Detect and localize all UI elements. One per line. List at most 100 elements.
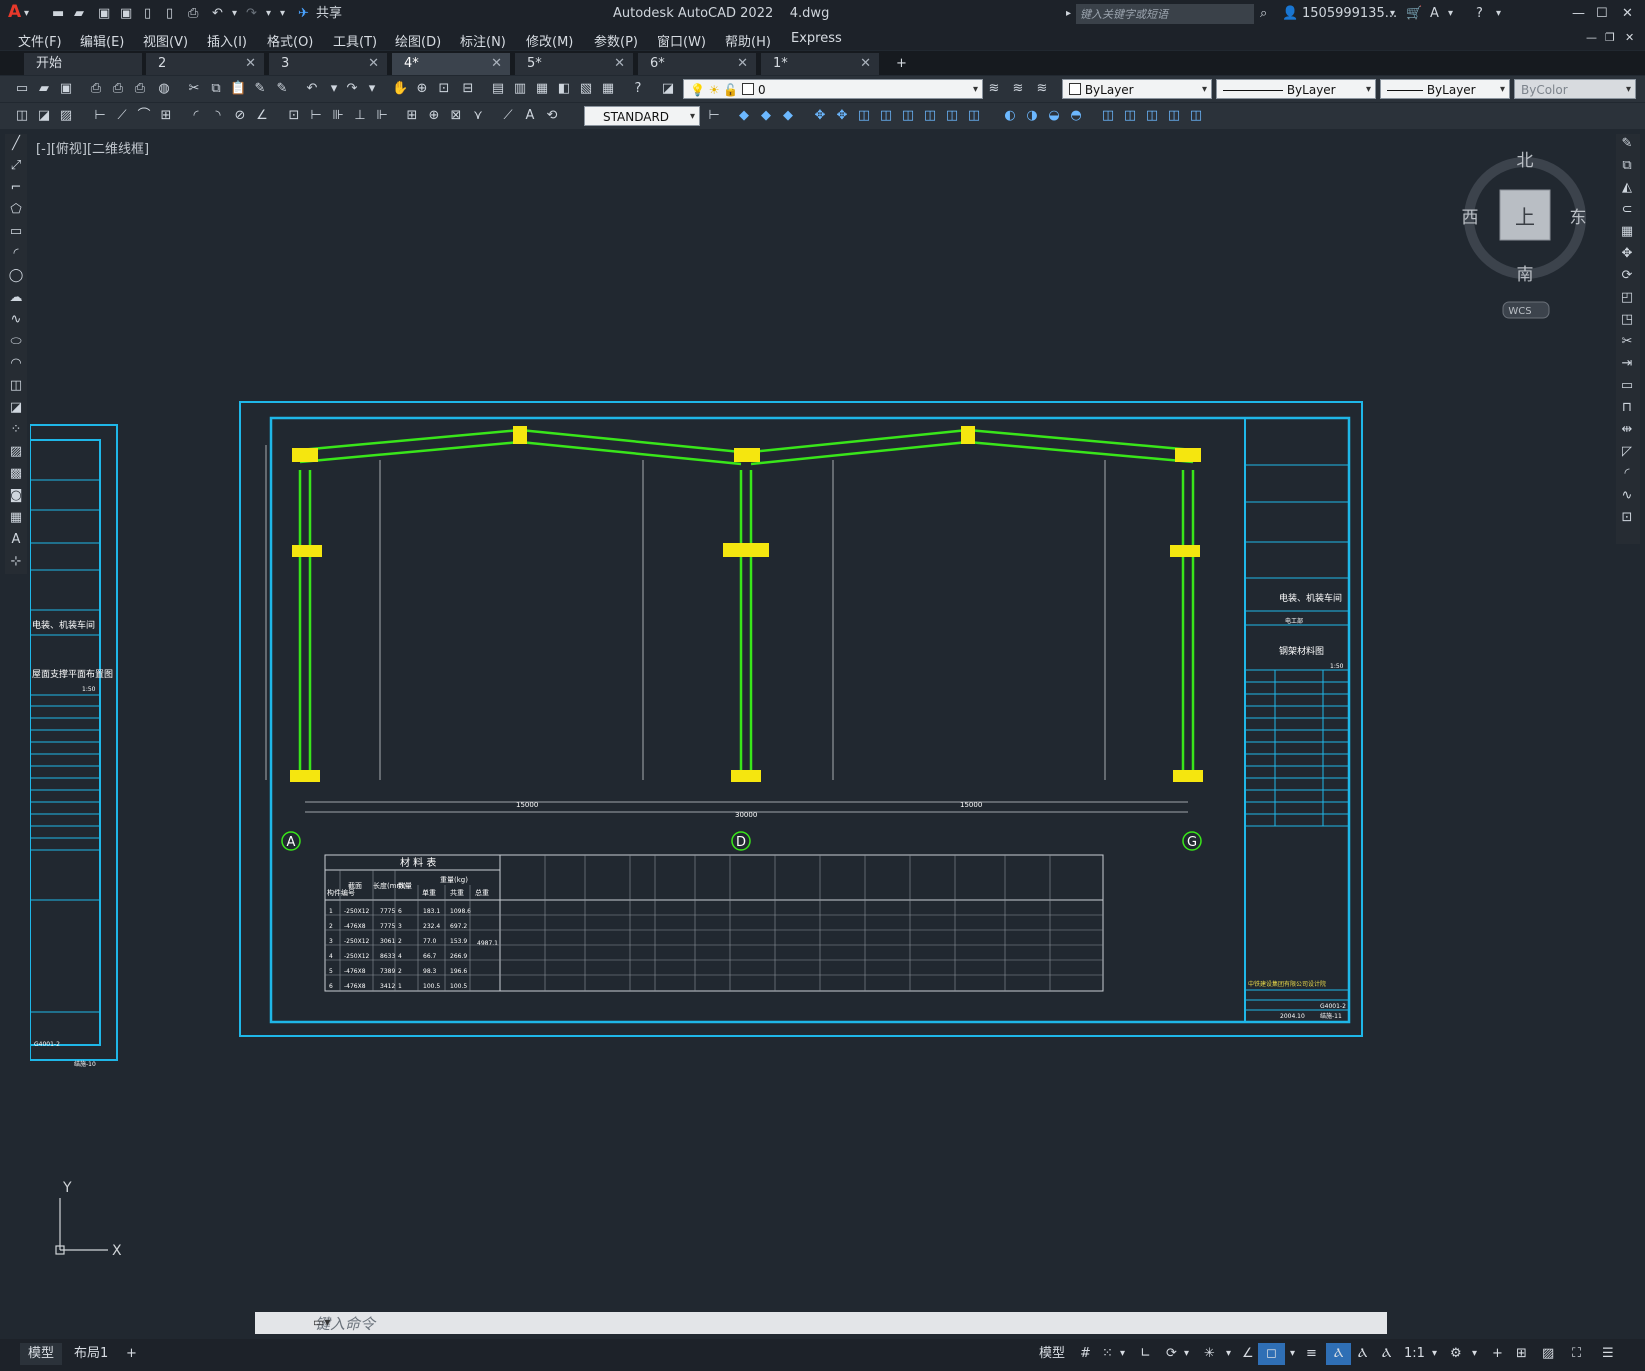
3d-align-icon[interactable]: ◫: [856, 108, 872, 124]
layer-states-icon[interactable]: ≋: [1034, 81, 1050, 97]
linear-dimension-icon[interactable]: ⊢: [92, 108, 108, 124]
open-from-web-icon[interactable]: ▯: [144, 5, 151, 23]
menu-modify[interactable]: 修改(M): [526, 31, 573, 50]
spline-icon[interactable]: ∿: [8, 312, 24, 330]
revcloud-icon[interactable]: ☁: [8, 290, 24, 308]
menu-insert[interactable]: 插入(I): [207, 31, 247, 50]
auto-scale-icon[interactable]: Ⲁ: [1350, 1343, 1375, 1365]
close-tab-icon[interactable]: ✕: [737, 53, 748, 75]
chamfer-icon[interactable]: ◸: [1619, 444, 1635, 462]
open-file-icon[interactable]: ▰: [74, 5, 84, 23]
dimension-style-icon[interactable]: ⊢: [706, 108, 722, 124]
tab-5[interactable]: 5* ✕: [515, 53, 633, 75]
save-as-icon[interactable]: ▣: [120, 5, 132, 23]
3d-chamfer-icon[interactable]: ◫: [966, 108, 982, 124]
3d-cone-icon[interactable]: ◆: [780, 108, 796, 124]
snap-dropdown-icon[interactable]: ▾: [1112, 1343, 1133, 1365]
dimension-break-icon[interactable]: ⊩: [374, 108, 390, 124]
line-icon[interactable]: ╱: [8, 136, 24, 154]
user-name[interactable]: 1505999135...: [1302, 5, 1397, 23]
menu-help[interactable]: 帮助(H): [725, 31, 771, 50]
extend-icon[interactable]: ⇥: [1619, 356, 1635, 374]
ellipse-icon[interactable]: ⬭: [8, 334, 24, 352]
ellipse-arc-icon[interactable]: ◠: [8, 356, 24, 374]
app-menu-chevron-icon[interactable]: ▾: [24, 5, 29, 23]
help-icon[interactable]: ?: [630, 81, 646, 97]
hatch-icon[interactable]: ▨: [8, 444, 24, 462]
doc-close-icon[interactable]: ✕: [1625, 31, 1634, 44]
array-icon[interactable]: ▦: [1619, 224, 1635, 242]
3d-mirror-icon[interactable]: ◫: [878, 108, 894, 124]
polar-dropdown-icon[interactable]: ▾: [1176, 1343, 1197, 1365]
undo-dropdown-icon[interactable]: ▾: [326, 81, 342, 97]
autodesk-app-icon[interactable]: A: [1430, 5, 1439, 23]
autocad-logo-icon[interactable]: A: [8, 3, 21, 21]
tool-palettes-icon[interactable]: ▦: [534, 81, 550, 97]
menu-draw[interactable]: 绘图(D): [395, 31, 441, 50]
revolve-icon[interactable]: ◫: [1144, 108, 1160, 124]
move-icon[interactable]: ✥: [1619, 246, 1635, 264]
region-icon[interactable]: ◙: [8, 488, 24, 506]
3d-wedge-icon[interactable]: ◆: [758, 108, 774, 124]
tolerance-icon[interactable]: ⊞: [404, 108, 420, 124]
lineweight-icon[interactable]: ≡: [1298, 1343, 1325, 1365]
explode-icon[interactable]: ⊡: [1619, 510, 1635, 528]
zoom-realtime-icon[interactable]: ⊕: [414, 81, 430, 97]
ortho-icon[interactable]: ∟: [1132, 1343, 1159, 1365]
loft-icon[interactable]: ◫: [1166, 108, 1182, 124]
close-tab-icon[interactable]: ✕: [245, 53, 256, 75]
dimension-space-icon[interactable]: ⊥: [352, 108, 368, 124]
clean-screen-icon[interactable]: ⛶: [1564, 1343, 1589, 1365]
3d-fillet-icon[interactable]: ◫: [944, 108, 960, 124]
annotation-visibility-icon[interactable]: Ⲁ: [1326, 1343, 1352, 1365]
close-tab-icon[interactable]: ✕: [860, 53, 871, 75]
blend-curves-icon[interactable]: ∿: [1619, 488, 1635, 506]
make-current-layer-icon[interactable]: ≋: [986, 81, 1002, 97]
dimension-text-edit-icon[interactable]: A: [522, 108, 538, 124]
search-expand-icon[interactable]: ▸: [1066, 5, 1071, 23]
ordinate-dimension-icon[interactable]: ⊞: [158, 108, 174, 124]
circle-icon[interactable]: ◯: [8, 268, 24, 286]
properties-icon[interactable]: ▤: [490, 81, 506, 97]
help-icon[interactable]: ?: [1476, 5, 1483, 23]
radius-dimension-icon[interactable]: ◜: [188, 108, 204, 124]
quickcalc-icon[interactable]: ▦: [600, 81, 616, 97]
join-icon[interactable]: ⇹: [1619, 422, 1635, 440]
3d-rotate-icon[interactable]: ✥: [834, 108, 850, 124]
lineweight-dropdown[interactable]: ByLayer ▾: [1380, 79, 1510, 99]
doc-restore-icon[interactable]: ❐: [1605, 31, 1615, 44]
aligned-dimension-icon[interactable]: ⟋: [114, 108, 130, 124]
make-block-icon[interactable]: ◪: [36, 108, 52, 124]
tab-start[interactable]: 开始: [24, 53, 142, 75]
slice-icon[interactable]: ◓: [1068, 108, 1084, 124]
cart-icon[interactable]: 🛒: [1406, 5, 1422, 23]
union-icon[interactable]: ◐: [1002, 108, 1018, 124]
menu-window[interactable]: 窗口(W): [657, 31, 706, 50]
tab-layout1[interactable]: 布局1: [66, 1343, 116, 1365]
recent-commands-icon[interactable]: ▭▾: [313, 1315, 330, 1329]
plot-icon[interactable]: ⎙: [188, 5, 198, 23]
paste-icon[interactable]: 📋: [230, 81, 246, 97]
new-file-icon[interactable]: ▬: [52, 5, 64, 23]
user-icon[interactable]: 👤: [1282, 5, 1298, 23]
command-line[interactable]: 键入命令: [255, 1312, 1387, 1334]
model-space-button[interactable]: 模型: [1031, 1343, 1073, 1365]
layer-dropdown[interactable]: 💡 ☀ 🔓 0 ▾: [683, 79, 983, 99]
block-editor-icon[interactable]: ✎: [274, 81, 290, 97]
units-icon[interactable]: ⊞: [1508, 1343, 1535, 1365]
tab-6[interactable]: 6* ✕: [638, 53, 756, 75]
gradient-icon[interactable]: ▩: [8, 466, 24, 484]
break-icon[interactable]: ⊓: [1619, 400, 1635, 418]
fillet-icon[interactable]: ◜: [1619, 466, 1635, 484]
menu-view[interactable]: 视图(V): [143, 31, 188, 50]
insert-block-icon[interactable]: ◫: [14, 108, 30, 124]
help-dropdown-icon[interactable]: ▾: [1496, 5, 1501, 23]
tab-model-layout[interactable]: 模型: [20, 1343, 63, 1365]
compass-west[interactable]: 西: [1462, 208, 1479, 228]
share-icon[interactable]: ✈: [298, 5, 309, 23]
new-tab-button[interactable]: +: [884, 53, 924, 75]
object-snap-icon[interactable]: ◻: [1258, 1343, 1285, 1365]
menu-edit[interactable]: 编辑(E): [80, 31, 124, 50]
redo-dropdown-icon[interactable]: ▾: [364, 81, 380, 97]
center-mark-icon[interactable]: ⊕: [426, 108, 442, 124]
